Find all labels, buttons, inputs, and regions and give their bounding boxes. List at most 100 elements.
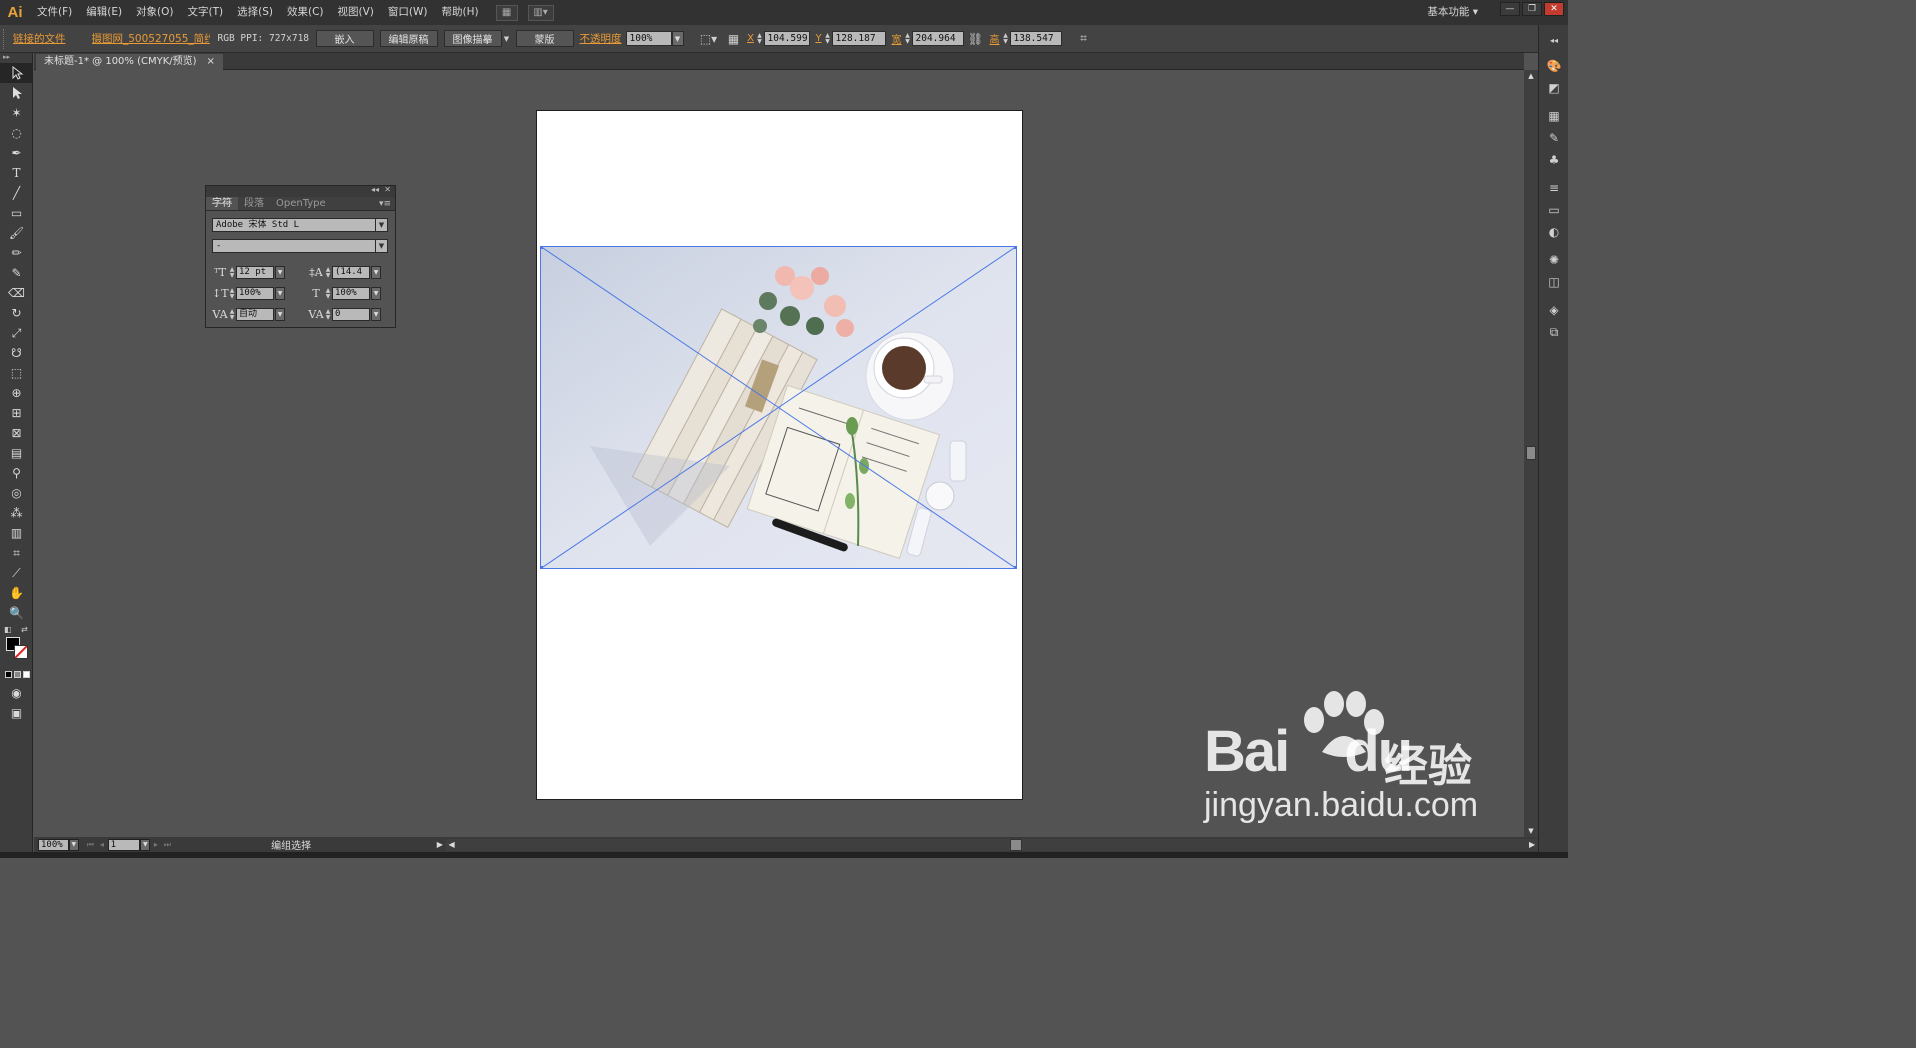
x-field[interactable]: 104.599 — [763, 31, 810, 46]
screen-mode-button[interactable]: ▣ — [0, 703, 33, 723]
blend-tool[interactable]: ◎ — [0, 483, 33, 503]
menu-type[interactable]: 文字(T) — [181, 0, 231, 25]
column-graph-tool[interactable]: ▥ — [0, 523, 33, 543]
color-panel-icon[interactable]: 🎨 — [1539, 55, 1568, 77]
image-trace-button[interactable]: 图像描摹 — [443, 30, 502, 47]
opacity-field[interactable]: 100% — [625, 31, 672, 46]
restore-button[interactable]: ❐ — [1522, 2, 1542, 16]
lasso-tool[interactable]: ◌ — [0, 123, 33, 143]
align-selection-icon[interactable]: ⬚▾ — [698, 31, 720, 47]
brushes-panel-icon[interactable]: ✎ — [1539, 127, 1568, 149]
horizontal-scrollbar[interactable]: ◀ ▶ — [445, 838, 1539, 851]
scroll-left-icon[interactable]: ◀ — [446, 840, 458, 849]
character-panel-titlebar[interactable]: ◂◂ ✕ — [206, 185, 395, 197]
stroke-panel-icon[interactable]: ≡ — [1539, 177, 1568, 199]
scroll-down-icon[interactable]: ▼ — [1524, 825, 1538, 837]
character-panel[interactable]: ◂◂ ✕ 字符 段落 OpenType ▾≡ Adobe 宋体 Std L ▼ … — [205, 185, 396, 328]
menu-window[interactable]: 窗口(W) — [381, 0, 435, 25]
menu-help[interactable]: 帮助(H) — [435, 0, 486, 25]
transparency-panel-icon[interactable]: ◐ — [1539, 221, 1568, 243]
close-tab-icon[interactable]: × — [207, 54, 215, 70]
placed-image[interactable] — [540, 246, 1017, 569]
horizontal-scale-stepper[interactable]: ▲ ▼ — [324, 287, 332, 300]
gradient-mode-button[interactable] — [14, 671, 21, 678]
tracking-dropdown[interactable]: ▼ — [371, 308, 381, 321]
paintbrush-tool[interactable]: 🖌 — [0, 223, 33, 243]
x-stepper[interactable]: ▲ ▼ — [756, 31, 764, 46]
tracking-field[interactable]: 0 — [332, 308, 370, 321]
height-stepper[interactable]: ▲ ▼ — [1002, 31, 1010, 46]
artboard-dropdown[interactable]: ▼ — [140, 838, 151, 851]
horizontal-scroll-track[interactable] — [458, 838, 1527, 851]
menu-file[interactable]: 文件(F) — [30, 0, 79, 25]
symbols-panel-icon[interactable]: ♣ — [1539, 149, 1568, 171]
layers-panel-icon[interactable]: ◈ — [1539, 299, 1568, 321]
width-label[interactable]: 宽 — [890, 31, 904, 46]
transform-icon[interactable]: ⌗ — [1076, 31, 1092, 47]
height-label[interactable]: 高 — [988, 31, 1002, 46]
scroll-right-icon[interactable]: ▶ — [1526, 840, 1538, 849]
scale-tool[interactable]: ⤢ — [0, 323, 33, 343]
warp-tool[interactable]: ☋ — [0, 343, 33, 363]
workspace-switcher[interactable]: 基本功能 ▾ — [1427, 0, 1478, 25]
scroll-up-icon[interactable]: ▲ — [1524, 70, 1538, 82]
last-artboard-icon[interactable]: ⏭ — [162, 840, 174, 850]
none-mode-button[interactable] — [23, 671, 30, 678]
zoom-field[interactable]: 100% — [38, 838, 69, 851]
shape-builder-tool[interactable]: ⊕ — [0, 383, 33, 403]
default-colors-icon[interactable]: ◧ — [4, 625, 12, 634]
magic-wand-tool[interactable]: ✶ — [0, 103, 33, 123]
close-panel-icon[interactable]: ✕ — [384, 185, 391, 194]
eraser-tool[interactable]: ⌫ — [0, 283, 33, 303]
tab-character[interactable]: 字符 — [206, 197, 238, 210]
y-field[interactable]: 128.187 — [831, 31, 886, 46]
artboard-tool[interactable]: ⌗ — [0, 543, 33, 563]
collapse-panel-icon[interactable]: ◂◂ — [371, 185, 379, 194]
font-style-field[interactable]: - — [212, 239, 376, 253]
type-tool[interactable]: T — [0, 163, 33, 183]
tracking-stepper[interactable]: ▲ ▼ — [324, 308, 332, 321]
perspective-grid-tool[interactable]: ⊞ — [0, 403, 33, 423]
horizontal-scroll-thumb[interactable] — [1009, 838, 1022, 851]
kerning-stepper[interactable]: ▲ ▼ — [228, 308, 236, 321]
menu-select[interactable]: 选择(S) — [230, 0, 280, 25]
constrain-proportions-icon[interactable]: ⛓ — [968, 31, 984, 47]
stroke-swatch[interactable] — [14, 645, 28, 659]
symbol-sprayer-tool[interactable]: ⁂ — [0, 503, 33, 523]
width-stepper[interactable]: ▲ ▼ — [904, 31, 912, 46]
font-size-stepper[interactable]: ▲ ▼ — [228, 266, 236, 279]
edit-original-button[interactable]: 编辑原稿 — [379, 30, 438, 47]
leading-field[interactable]: (14.4 — [332, 266, 370, 279]
font-style-dropdown[interactable]: ▼ — [376, 239, 388, 253]
font-size-dropdown[interactable]: ▼ — [275, 266, 285, 279]
appearance-panel-icon[interactable]: ✺ — [1539, 249, 1568, 271]
dock-expand-icon[interactable]: ◂◂ — [1539, 25, 1568, 55]
drawing-mode-button[interactable]: ◉ — [0, 683, 33, 703]
artboards-panel-icon[interactable]: ⧉ — [1539, 321, 1568, 343]
vertical-scale-stepper[interactable]: ▲ ▼ — [228, 287, 236, 300]
panel-collapse-icon[interactable]: ▸▸ — [0, 53, 32, 63]
status-text[interactable]: 编组选择 — [271, 837, 434, 852]
leading-stepper[interactable]: ▲ ▼ — [324, 266, 332, 279]
direct-selection-tool[interactable] — [0, 83, 33, 103]
control-bar-grip[interactable] — [3, 28, 9, 49]
x-label[interactable]: X — [746, 33, 756, 44]
pencil-tool[interactable]: ✏ — [0, 243, 33, 263]
y-stepper[interactable]: ▲ ▼ — [824, 31, 832, 46]
color-mode-button[interactable] — [5, 671, 12, 678]
fill-stroke-swatches[interactable]: ◧ ⇄ — [0, 623, 32, 671]
width-field[interactable]: 204.964 — [911, 31, 964, 46]
document-tab[interactable]: 未标题-1* @ 100% (CMYK/预览) × — [36, 54, 223, 70]
graphic-styles-panel-icon[interactable]: ◫ — [1539, 271, 1568, 293]
blob-brush-tool[interactable]: ✎ — [0, 263, 33, 283]
opacity-dropdown[interactable]: ▼ — [671, 31, 684, 46]
bridge-button[interactable]: ▦ — [495, 4, 518, 21]
vertical-scroll-thumb[interactable] — [1526, 446, 1536, 460]
close-button[interactable]: ✕ — [1544, 2, 1564, 16]
swatches-panel-icon[interactable]: ▦ — [1539, 105, 1568, 127]
hand-tool[interactable]: ✋ — [0, 583, 33, 603]
tab-opentype[interactable]: OpenType — [270, 197, 332, 210]
color-guide-icon[interactable]: ◩ — [1539, 77, 1568, 99]
linked-file-link[interactable]: 链接的文件 — [13, 31, 66, 46]
embed-button[interactable]: 嵌入 — [315, 30, 374, 47]
